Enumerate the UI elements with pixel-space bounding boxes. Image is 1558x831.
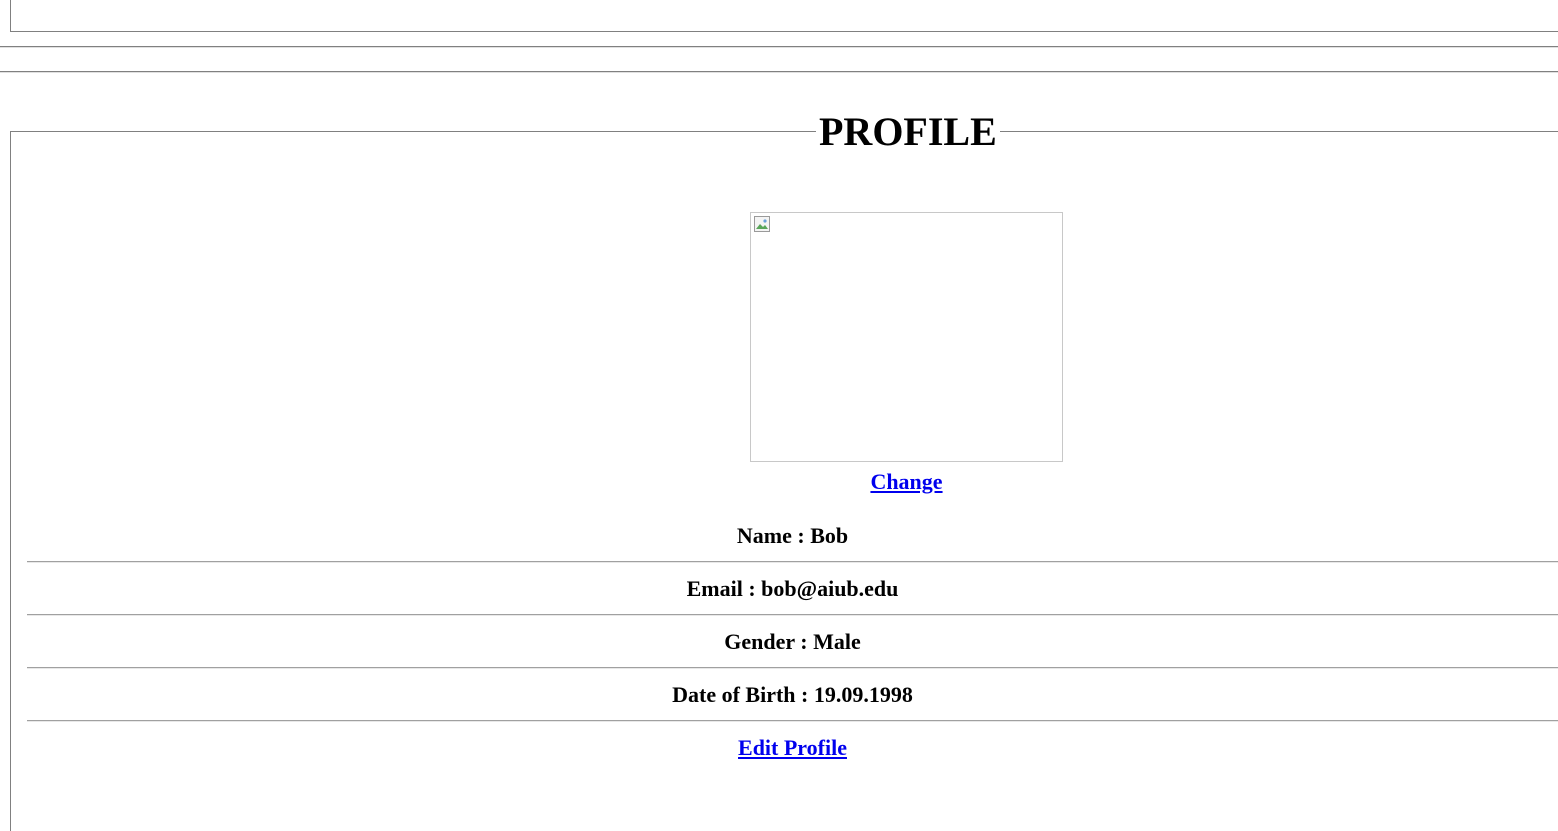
avatar [750,212,1063,462]
broken-image-icon [754,216,770,232]
edit-profile-row: Edit Profile [27,734,1558,762]
divider [0,46,1558,48]
name-field: Name : Bob [736,523,849,548]
email-field: Email : bob@aiub.edu [686,576,899,601]
dob-field: Date of Birth : 19.09.1998 [672,682,913,707]
row-divider [27,720,1558,722]
gender-field: Gender : Male [724,629,861,654]
row-divider [27,614,1558,616]
row-divider [27,667,1558,669]
edit-profile-link[interactable]: Edit Profile [738,735,847,760]
top-fieldset [10,0,1558,32]
change-photo-link[interactable]: Change [870,469,942,494]
page-title: PROFILE [816,108,1000,156]
divider [0,71,1558,73]
row-divider [27,561,1558,563]
